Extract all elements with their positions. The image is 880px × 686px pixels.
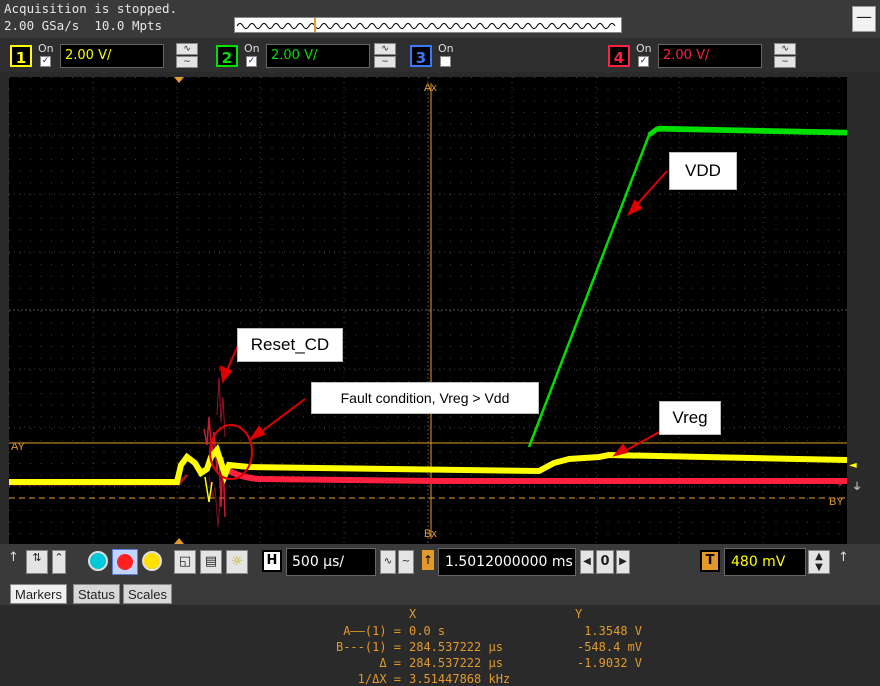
acquisition-status: Acquisition is stopped. xyxy=(4,1,178,16)
marker-freq-label: 1/ΔX = xyxy=(357,672,401,686)
channel-1-fine-icon: ~ xyxy=(176,56,198,68)
timebase-field[interactable]: 500 µs/ xyxy=(286,548,376,576)
autoscale-icon[interactable]: ◱ xyxy=(174,550,196,574)
channel-4-button[interactable]: 4 xyxy=(608,45,630,67)
delay-reference-icon[interactable]: ↑ xyxy=(422,550,434,570)
fault-annotation: Fault condition, Vreg > Vdd xyxy=(311,382,539,414)
marker-b-y: -548.4 mV xyxy=(576,640,642,654)
channel-4-coarse-icon: ∿ xyxy=(774,43,796,55)
channel-4-on-label: On xyxy=(636,42,652,55)
memory-overview-bar[interactable] xyxy=(234,17,622,33)
channel-3-on-label: On xyxy=(438,42,454,55)
channel-2-scale[interactable]: 2.00 V/ xyxy=(266,44,370,68)
memory-depth: 10.0 Mpts xyxy=(94,18,163,33)
memory-overview-wave xyxy=(236,18,616,32)
channel-1-spinner[interactable]: ∿ ~ xyxy=(176,43,198,69)
trigger-up-icon[interactable]: ↑ xyxy=(838,550,849,565)
channel-4-fine-icon: ~ xyxy=(774,56,796,68)
channel-2-on-label: On xyxy=(244,42,260,55)
marker-freq-x: 3.51447868 kHz xyxy=(409,672,511,686)
markers-panel: X Y A——(1) = 0.0 s 1.3548 V B---(1) = 28… xyxy=(0,605,880,686)
info-tabs: Markers Status Scales xyxy=(0,582,880,605)
channel-4-ground-label: 4 xyxy=(837,478,843,489)
zoom-select-icon[interactable]: ⇅ xyxy=(26,550,48,574)
stop-button[interactable] xyxy=(112,549,138,575)
tab-markers[interactable]: Markers xyxy=(10,584,67,604)
marker-b-label: B---(1) = xyxy=(335,640,401,654)
delay-right-icon[interactable]: ▶ xyxy=(616,550,630,574)
sample-rate: 2.00 GSa/s xyxy=(4,18,80,33)
marker-b-x: 284.537222 µs xyxy=(409,640,503,654)
marker-delta-y: -1.9032 V xyxy=(576,656,642,670)
timebase-fine-icon[interactable]: ~ xyxy=(398,550,414,574)
channel-3-on-checkbox[interactable] xyxy=(440,56,451,67)
marker-ay-label: AY xyxy=(11,441,26,453)
channel-1-scale[interactable]: 2.00 V/ xyxy=(60,44,164,68)
channel-3-button[interactable]: 3 xyxy=(410,45,432,67)
ground-marker-icon: ⏚ xyxy=(852,482,862,493)
acquisition-settings: 2.00 GSa/s 10.0 Mpts xyxy=(4,18,162,33)
control-bar: ↑ ⇅ ⌃ ◱ ▤ ☼ H 500 µs/ ∿ ~ ↑ 1.5012000000… xyxy=(0,544,880,582)
marker-delta-label: Δ = xyxy=(379,656,401,670)
delay-left-icon[interactable]: ◀ xyxy=(580,550,594,574)
reset-annotation: Reset_CD xyxy=(237,328,343,362)
tab-status[interactable]: Status xyxy=(73,584,120,604)
single-button[interactable] xyxy=(142,551,162,571)
delay-center-button[interactable]: 0 xyxy=(596,550,614,574)
marker-ax-label: Ax xyxy=(424,82,437,94)
vdd-annotation: VDD xyxy=(669,152,737,190)
delay-field[interactable]: 1.5012000000 ms xyxy=(438,548,576,576)
back-icon[interactable]: ↑ xyxy=(8,550,19,565)
waveform-display[interactable]: Ax Bx AY BY 4 T xyxy=(9,77,847,544)
channel-4-spinner[interactable]: ∿ ~ xyxy=(774,43,796,69)
marker-by-label: BY xyxy=(829,496,844,508)
waveform-graticule: Ax Bx AY BY 4 T xyxy=(9,77,847,544)
channel-2-coarse-icon: ∿ xyxy=(374,43,396,55)
trigger-level-field[interactable]: 480 mV xyxy=(724,548,806,576)
channel-1-on-checkbox[interactable]: ✓ xyxy=(40,56,51,67)
marker-a-label: A——(1) = xyxy=(343,624,401,638)
markers-y-header: Y xyxy=(575,607,583,621)
run-control-cyan-button[interactable] xyxy=(88,551,108,571)
marker-bx-label: Bx xyxy=(424,528,437,540)
channel-4-scale[interactable]: 2.00 V/ xyxy=(658,44,762,68)
channel-2-spinner[interactable]: ∿ ~ xyxy=(374,43,396,69)
channel-4-on-checkbox[interactable]: ✓ xyxy=(638,56,649,67)
minimize-button[interactable]: — xyxy=(852,6,876,32)
vreg-annotation: Vreg xyxy=(659,401,721,435)
channel-1-coarse-icon: ∿ xyxy=(176,43,198,55)
trigger-level-spinner-icon[interactable]: ▲ ▼ xyxy=(808,550,830,574)
marker-a-x: 0.0 s xyxy=(409,624,446,638)
tab-scales[interactable]: Scales xyxy=(123,584,173,604)
markers-x-header: X xyxy=(409,607,417,621)
marker-delta-x: 284.537222 µs xyxy=(409,656,503,670)
channel-2-fine-icon: ~ xyxy=(374,56,396,68)
channel-bar: 1 On ✓ 2.00 V/ ∿ ~ 2 On ✓ 2.00 V/ ∿ ~ 3 On… xyxy=(0,38,880,72)
horizontal-button[interactable]: H xyxy=(262,550,282,572)
channel-1-on-label: On xyxy=(38,42,54,55)
brightness-icon[interactable]: ☼ xyxy=(226,550,248,574)
channel-2-button[interactable]: 2 xyxy=(216,45,238,67)
print-icon[interactable]: ▤ xyxy=(200,550,222,574)
channel-1-button[interactable]: 1 xyxy=(10,45,32,67)
status-bar: Acquisition is stopped. 2.00 GSa/s 10.0 … xyxy=(0,0,880,38)
trigger-button[interactable]: T xyxy=(700,550,720,572)
trigger-level-arrow-icon: ◄ xyxy=(849,460,857,471)
zoom-spinner-icon[interactable]: ⌃ xyxy=(52,550,66,574)
timebase-coarse-icon[interactable]: ∿ xyxy=(380,550,396,574)
channel-2-on-checkbox[interactable]: ✓ xyxy=(246,56,257,67)
marker-a-y: 1.3548 V xyxy=(584,624,642,638)
